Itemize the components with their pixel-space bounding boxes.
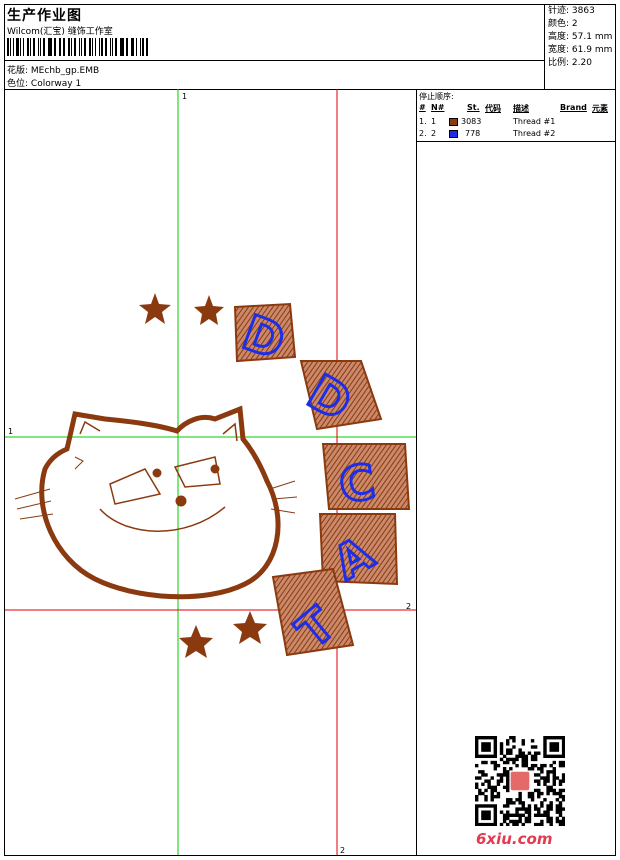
colorway-label: 色位: [7,79,29,89]
thread-swatch [449,130,458,138]
red-v-label: 2 [340,846,345,855]
row-code: 778 [465,129,481,138]
star-icon [194,295,224,325]
company-name: Wilcom(汇宝) 缝饰工作室 [7,27,113,37]
row-n: 1 [431,117,437,126]
stat-stitches: 针迹: 3863 [546,5,615,18]
col-header: N# [431,103,445,112]
stat-label: 比例: [548,58,570,68]
green-v-label: 1 [182,92,187,101]
design-value: MEchb_gp.EMB [30,66,100,76]
stat-label: 高度: [548,32,570,42]
col-header: # [419,103,426,112]
page-title: 生产作业图 [7,8,82,24]
stats-panel: 针迹: 3863 颜色: 2 高度: 57.1 mm 宽度: 61.9 mm 比… [546,5,615,89]
production-worksheet: 生产作业图 Wilcom(汇宝) 缝饰工作室 花版: MEchb_gp.EMB … [4,4,616,856]
header-info: 生产作业图 Wilcom(汇宝) 缝饰工作室 花版: MEchb_gp.EMB … [5,5,545,89]
divider [5,60,544,61]
table-header: # N# St. 代码 描述 Brand 元素 [419,103,613,115]
row-code: 3083 [461,117,482,126]
row-n: 2 [431,129,437,138]
letter-block-d2: D [297,360,383,434]
stat-colors: 颜色: 2 [546,18,615,31]
table-row: 2. 2 778 Thread #2 [419,129,613,140]
stat-label: 颜色: [548,19,570,29]
row-num: 1. [419,117,427,126]
qr-code [475,736,565,826]
col-header: 描述 [513,104,529,113]
row-desc: Thread #1 [513,117,556,126]
green-h-label: 1 [8,427,13,436]
design-name: 花版: MEchb_gp.EMB [7,63,99,76]
colorway-value: Colorway 1 [30,79,82,89]
stat-scale: 比例: 2.20 [546,57,615,70]
thread-swatch [449,118,458,126]
stop-sequence-title: 停止顺序: [419,92,454,101]
stat-value: 2.20 [571,58,592,68]
letter-block-d1: D [234,302,297,372]
design-label: 花版: [7,66,29,76]
col-header: St. [467,103,480,112]
col-header: 代码 [485,104,501,113]
stat-width: 宽度: 61.9 mm [546,44,615,57]
table-row: 1. 1 3083 Thread #1 [419,117,613,128]
colorway: 色位: Colorway 1 [7,76,81,89]
star-icon [139,293,171,324]
row-num: 2. [419,129,427,138]
letter-block-c: C [321,443,411,516]
star-icon [233,611,267,644]
stat-height: 高度: 57.1 mm [546,31,615,44]
stat-value: 2 [571,19,578,29]
embroidery-preview: 1 1 2 2 D D C A T [5,89,416,855]
red-h-label: 2 [406,602,411,611]
col-header: Brand [560,103,587,112]
stop-sequence-panel: 停止顺序: # N# St. 代码 描述 Brand 元素 1. 1 3083 … [417,89,615,142]
stat-value: 57.1 mm [571,32,613,42]
barcode [7,38,151,56]
stat-label: 宽度: [548,45,570,55]
header: 生产作业图 Wilcom(汇宝) 缝饰工作室 花版: MEchb_gp.EMB … [5,5,615,90]
stat-value: 61.9 mm [571,45,613,55]
stat-label: 针迹: [548,6,570,16]
watermark: 6xiu.com [476,830,553,848]
star-icon [179,625,213,658]
stat-value: 3863 [571,6,595,16]
row-desc: Thread #2 [513,129,556,138]
design-canvas: 1 1 2 2 D D C A T [5,89,417,855]
col-header: 元素 [592,104,608,113]
